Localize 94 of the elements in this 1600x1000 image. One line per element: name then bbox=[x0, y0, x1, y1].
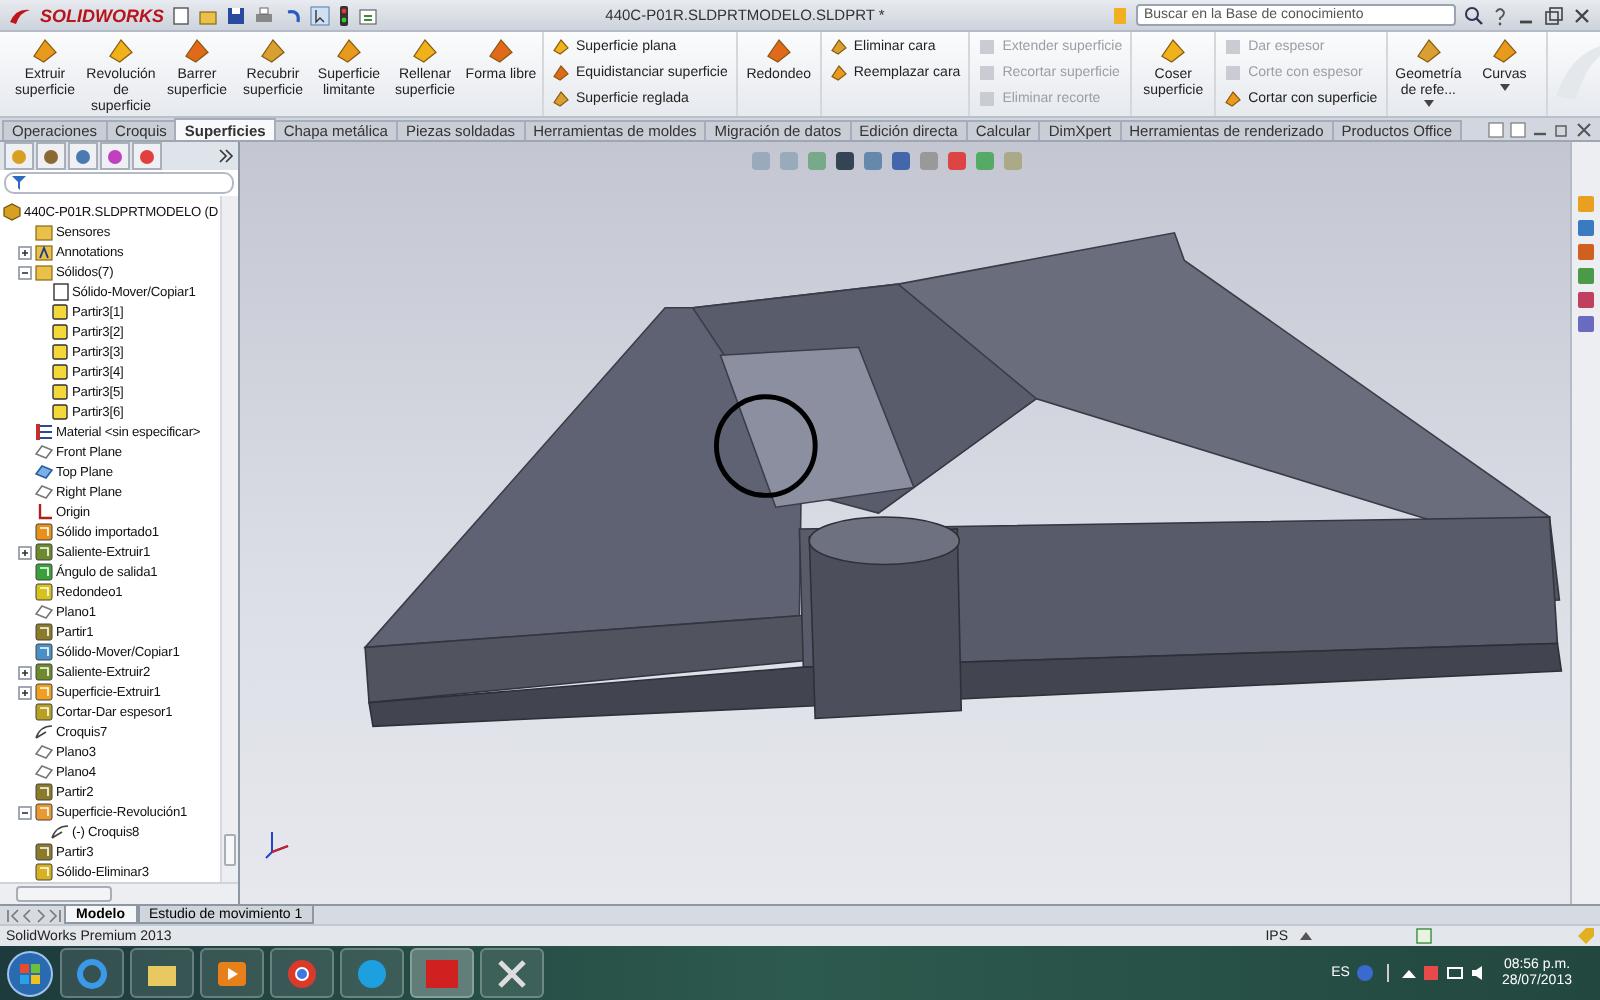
sketch-icon bbox=[34, 722, 54, 742]
feature-icon bbox=[34, 782, 54, 802]
printer-icon[interactable] bbox=[254, 5, 274, 25]
surface-tool-icon bbox=[32, 38, 58, 64]
surface-tool-icon bbox=[260, 38, 286, 64]
annotation-folder-icon bbox=[34, 242, 54, 262]
surface-tool-icon bbox=[412, 38, 438, 64]
axis-triad-icon bbox=[264, 828, 292, 860]
feature-icon bbox=[34, 682, 54, 702]
filter-field[interactable] bbox=[4, 172, 234, 194]
feature-icon bbox=[34, 582, 54, 602]
surface-tool-icon bbox=[488, 38, 514, 64]
caret-icon bbox=[1300, 930, 1312, 942]
panel-tab[interactable] bbox=[36, 142, 66, 170]
panel-tab[interactable] bbox=[68, 142, 98, 170]
surface-tool-icon bbox=[1160, 38, 1187, 64]
caret-icon[interactable] bbox=[1499, 84, 1510, 92]
panel-tab[interactable] bbox=[132, 142, 162, 170]
scrollbar[interactable] bbox=[220, 196, 238, 882]
sketch-icon bbox=[50, 822, 70, 842]
caret-icon[interactable] bbox=[1401, 967, 1416, 979]
panel-tab[interactable] bbox=[100, 142, 130, 170]
cross-icon bbox=[496, 957, 528, 989]
collapse-toggle[interactable] bbox=[18, 805, 32, 819]
display-style-icon[interactable] bbox=[890, 150, 912, 172]
ring-icon bbox=[76, 957, 108, 989]
appearance-icon[interactable] bbox=[946, 150, 968, 172]
restore-icon[interactable] bbox=[1544, 5, 1564, 25]
expand-toggle[interactable] bbox=[18, 545, 32, 559]
caret-icon[interactable] bbox=[1423, 100, 1434, 108]
taskbar-app[interactable] bbox=[60, 948, 124, 998]
save-icon[interactable] bbox=[226, 5, 246, 25]
surface-tool-icon bbox=[1415, 38, 1442, 64]
feature-icon bbox=[34, 522, 54, 542]
circle-icon bbox=[42, 147, 60, 165]
expand-toggle[interactable] bbox=[18, 685, 32, 699]
app-icon bbox=[424, 957, 460, 989]
circle-icon bbox=[10, 147, 28, 165]
surface-tool-icon bbox=[765, 38, 792, 64]
speaker-icon[interactable] bbox=[1469, 964, 1488, 982]
search-icon[interactable] bbox=[1464, 5, 1484, 25]
taskbar-app[interactable] bbox=[340, 948, 404, 998]
expand-toggle[interactable] bbox=[18, 245, 32, 259]
taskbar-app[interactable] bbox=[480, 948, 544, 998]
feature-icon bbox=[34, 622, 54, 642]
chevron-icon[interactable] bbox=[218, 148, 234, 164]
app-logo: SOLIDWORKS bbox=[40, 5, 164, 25]
tile-icon[interactable] bbox=[1510, 121, 1526, 137]
options-icon[interactable] bbox=[358, 5, 378, 25]
circle-icon bbox=[356, 957, 388, 989]
logo-icon bbox=[8, 5, 32, 25]
taskbar-app[interactable] bbox=[200, 948, 264, 998]
folder-icon[interactable] bbox=[198, 5, 218, 25]
browser-icon bbox=[286, 957, 318, 989]
surface-tool-icon bbox=[336, 38, 362, 64]
feature-icon bbox=[34, 862, 54, 882]
undo-icon[interactable] bbox=[282, 5, 302, 25]
new-file-icon[interactable] bbox=[172, 5, 190, 25]
circle-icon bbox=[74, 147, 92, 165]
traffic-light-icon[interactable] bbox=[338, 5, 350, 25]
section-view-icon[interactable] bbox=[834, 150, 856, 172]
play-icon bbox=[216, 959, 248, 987]
feature-icon bbox=[34, 642, 54, 662]
start-button[interactable] bbox=[6, 949, 54, 997]
feature-icon bbox=[34, 662, 54, 682]
circle-icon bbox=[138, 147, 156, 165]
tile-icon[interactable] bbox=[1488, 121, 1504, 137]
graphics-viewport[interactable] bbox=[240, 142, 1570, 904]
close-icon[interactable] bbox=[1572, 5, 1592, 25]
part-icon bbox=[2, 202, 22, 222]
feature-icon bbox=[34, 542, 54, 562]
collapse-toggle[interactable] bbox=[18, 265, 32, 279]
circle-icon bbox=[106, 147, 124, 165]
taskbar-app[interactable] bbox=[270, 948, 334, 998]
filter-icon bbox=[12, 176, 26, 190]
network-icon[interactable] bbox=[1445, 964, 1464, 982]
feature-icon bbox=[34, 802, 54, 822]
surface-tool-icon bbox=[1224, 90, 1243, 108]
surface-tool-icon bbox=[184, 38, 210, 64]
material-icon bbox=[34, 422, 54, 442]
book-icon bbox=[1112, 5, 1128, 25]
feature-icon bbox=[34, 842, 54, 862]
origin-icon bbox=[34, 502, 54, 522]
tab-navigation-icon[interactable] bbox=[4, 907, 64, 923]
expand-toggle[interactable] bbox=[18, 665, 32, 679]
scrollbar[interactable] bbox=[0, 882, 238, 904]
cursor-icon[interactable] bbox=[310, 5, 330, 25]
taskbar-app[interactable] bbox=[130, 948, 194, 998]
feature-icon bbox=[34, 562, 54, 582]
close-icon[interactable] bbox=[1576, 121, 1592, 137]
surface-tool-icon bbox=[1491, 38, 1518, 64]
plane-icon bbox=[34, 602, 54, 622]
surface-tool-icon bbox=[108, 38, 134, 64]
feature-icon bbox=[34, 702, 54, 722]
